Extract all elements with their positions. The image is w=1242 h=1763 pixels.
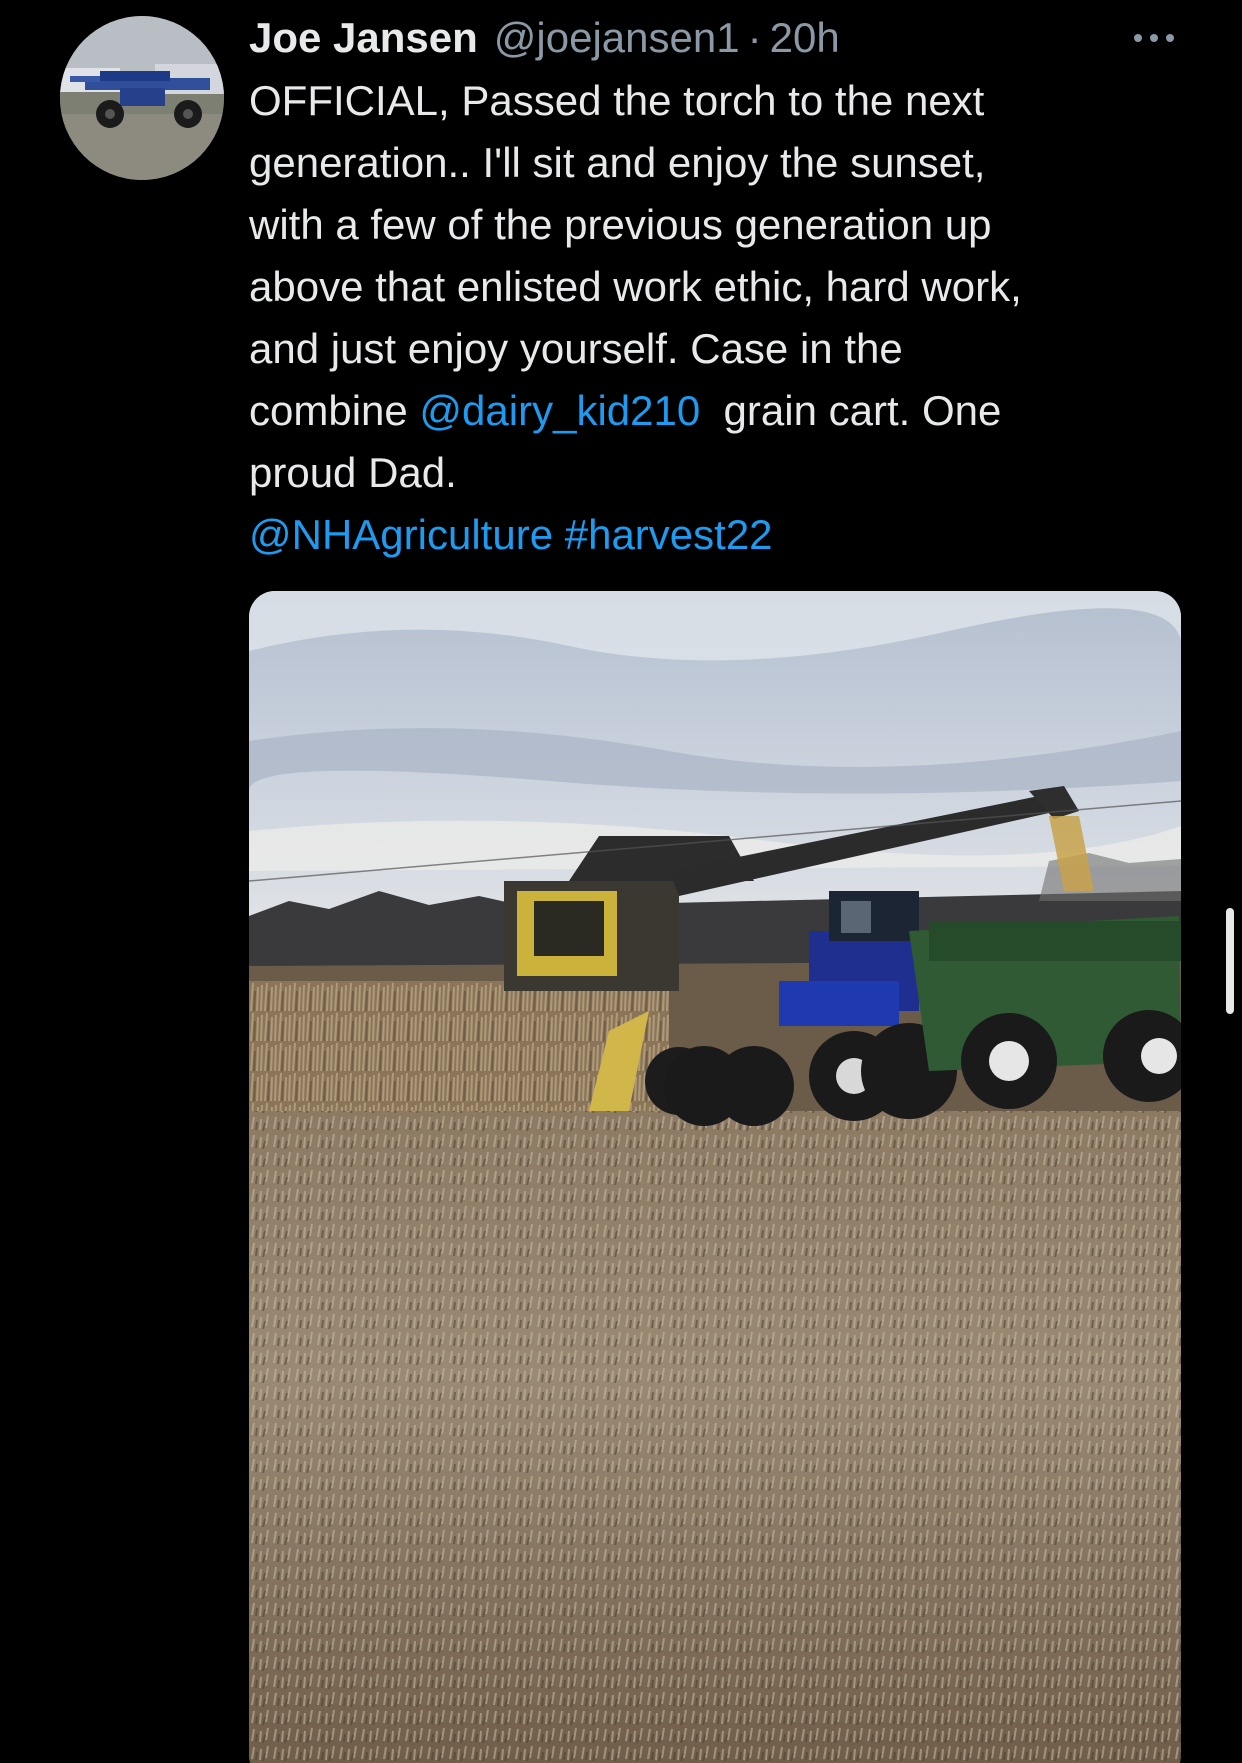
tweet-header: Joe Jansen @joejansen1 · 20h [249, 10, 1179, 66]
avatar-image [60, 16, 224, 180]
profile-avatar[interactable] [60, 16, 224, 180]
tweet-text-line: proud Dad. [249, 449, 457, 496]
tweet-text-line-with-mention: combine @dairy_kid210 grain cart. One [249, 380, 1179, 442]
tweet-body: Joe Jansen @joejansen1 · 20h OFFICIAL, P… [249, 10, 1179, 566]
separator-dot: · [747, 14, 762, 61]
hashtag-link-harvest22[interactable]: #harvest22 [565, 511, 773, 558]
tweet-text-line: with a few of the previous generation up [249, 201, 992, 248]
tweet-text-fragment: combine [249, 387, 420, 434]
tweet-timestamp[interactable]: 20h [770, 10, 840, 66]
tweet-text-line: OFFICIAL, Passed the torch to the next [249, 77, 985, 124]
mention-link-dairy-kid[interactable]: @dairy_kid210 [419, 387, 700, 434]
tweet-text-line: generation.. I'll sit and enjoy the suns… [249, 139, 986, 186]
tweet-text-line: and just enjoy yourself. Case in the [249, 325, 903, 372]
tweet-text-line: above that enlisted work ethic, hard wor… [249, 263, 1022, 310]
tweet-media-photo[interactable] [249, 591, 1181, 1763]
page-scrollbar[interactable] [1226, 908, 1234, 1014]
author-display-name[interactable]: Joe Jansen [249, 10, 478, 66]
tweet-text-fragment: grain cart. One [700, 387, 1002, 434]
harvest-photo-image [249, 591, 1181, 1763]
tweet-page: Joe Jansen @joejansen1 · 20h OFFICIAL, P… [0, 0, 1242, 1763]
tweet-text: OFFICIAL, Passed the torch to the next g… [249, 70, 1179, 566]
mention-link-nhagriculture[interactable]: @NHAgriculture [249, 511, 553, 558]
more-options-icon[interactable] [1130, 28, 1178, 48]
author-handle[interactable]: @joejansen1 [494, 10, 740, 66]
tweet-tags-line: @NHAgriculture #harvest22 [249, 504, 1179, 566]
